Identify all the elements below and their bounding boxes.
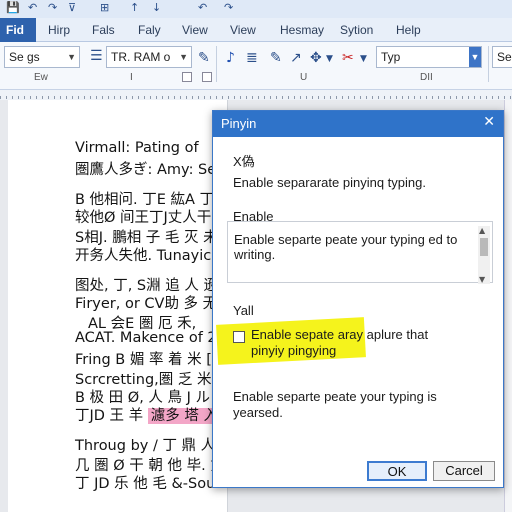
- section2-text: Enable separte peate your typing ed to w…: [234, 232, 458, 262]
- chevron-down-icon: ▼: [67, 52, 76, 62]
- ok-button[interactable]: OK: [367, 461, 427, 481]
- section1-text: Enable separarate pinyinq typing.: [233, 175, 426, 190]
- doc-line: ACAT. Makence of 2.: [75, 330, 222, 346]
- font-combo-value: TR. RAM o: [111, 50, 171, 64]
- music-note-icon[interactable]: ♪: [226, 50, 235, 66]
- ribbon-tabs: Fid Hirp Fals Faly View View Hesmay Syti…: [0, 18, 512, 42]
- dialog-title-bar[interactable]: Pinyin ✕: [213, 111, 503, 137]
- tab-view[interactable]: View: [182, 18, 208, 42]
- toolbar-separator: [216, 46, 217, 82]
- redo-alt-icon[interactable]: ↷: [224, 1, 233, 14]
- toolbar-label-middle2: U: [300, 72, 308, 83]
- quick-access-bar: 💾 ↶ ↷ ⊽ ⊞ ↑ ↓ ↶ ↷: [0, 0, 512, 18]
- doc-line: 开务人失他. Tunayick.: [75, 248, 225, 264]
- doc-line: Virmall: Pating of: [75, 140, 199, 156]
- list-icon[interactable]: ☰: [90, 48, 103, 64]
- chevron-down-icon: ▼: [179, 52, 188, 62]
- chevron-down-icon[interactable]: ▼: [360, 54, 367, 64]
- section3-label: Yall: [233, 303, 254, 318]
- checkbox-label[interactable]: Enable sepate aray aplure that pinyiy pi…: [251, 327, 451, 359]
- scroll-thumb[interactable]: [480, 238, 488, 256]
- undo-alt-icon[interactable]: ↶: [198, 1, 207, 14]
- toolbar-label-middle1: I: [130, 72, 133, 83]
- lang-combo[interactable]: Typ ▼: [376, 46, 482, 68]
- toolbar-label-right: DII: [420, 72, 433, 83]
- enable-checkbox[interactable]: [233, 331, 245, 343]
- tab-faly[interactable]: Faly: [138, 18, 161, 42]
- shrink-font-icon[interactable]: [182, 72, 192, 82]
- tab-file[interactable]: Fid: [0, 18, 36, 42]
- doc-line: 较他Ø 间王丁J丈人干名: [75, 210, 226, 226]
- chevron-down-icon: ▼: [469, 47, 481, 67]
- pencil-icon[interactable]: ✎: [270, 50, 282, 66]
- toolbar-separator: [488, 46, 489, 82]
- redo-icon[interactable]: ↷: [48, 1, 57, 14]
- arrow-down-icon[interactable]: ↓: [152, 1, 161, 14]
- ruler: [0, 90, 512, 100]
- grow-font-icon[interactable]: [202, 72, 212, 82]
- section2-text-box[interactable]: Enable separte peate your typing ed to w…: [227, 221, 493, 284]
- lang-combo-value: Typ: [381, 50, 401, 64]
- doc-line-text: 丁JD 王 羊: [75, 408, 144, 424]
- section4-text: Enable separte peate your typing is year…: [233, 389, 437, 420]
- section1-label: X偽: [233, 154, 255, 169]
- vertical-scrollbar[interactable]: [504, 100, 512, 512]
- arrow-icon[interactable]: ↗: [290, 50, 302, 66]
- tab-home[interactable]: Hirp: [48, 18, 70, 42]
- tab-view-2[interactable]: View: [230, 18, 256, 42]
- cancel-button[interactable]: Carcel: [433, 461, 495, 481]
- doc-line: Throug by / 丁 鼎 人 S: [75, 438, 229, 454]
- section2-scrollbar[interactable]: ▲ ▼: [478, 226, 490, 284]
- move-icon[interactable]: ✥: [310, 50, 322, 66]
- align-icon[interactable]: ≣: [246, 50, 258, 66]
- doc-line: Firyer, or CV助 多 无,: [75, 296, 222, 312]
- tab-sytion[interactable]: Sytion: [340, 18, 373, 42]
- pinyin-dialog: Pinyin ✕ X偽 Enable separarate pinyinq ty…: [212, 110, 504, 488]
- format-painter-icon[interactable]: ✎: [198, 50, 210, 66]
- right-combo-value: Sei: [497, 50, 512, 64]
- chevron-down-icon[interactable]: ▼: [326, 54, 333, 64]
- arrow-up-icon[interactable]: ↑: [130, 1, 139, 14]
- right-combo[interactable]: Sei: [492, 46, 512, 68]
- tab-fals[interactable]: Fals: [92, 18, 115, 42]
- save-icon[interactable]: 💾: [6, 1, 20, 14]
- customize-icon[interactable]: ⊞: [100, 1, 109, 14]
- tab-hesmay[interactable]: Hesmay: [280, 18, 324, 42]
- toolbar-label-left: Ew: [34, 72, 48, 83]
- font-combo[interactable]: TR. RAM o ▼: [106, 46, 192, 68]
- scroll-down-icon[interactable]: ▼: [479, 275, 485, 284]
- scroll-up-icon[interactable]: ▲: [479, 226, 485, 235]
- style-combo-value: Se gs: [9, 50, 40, 64]
- dialog-title: Pinyin: [221, 116, 257, 131]
- font-color-icon[interactable]: ✂: [342, 50, 354, 66]
- style-combo[interactable]: Se gs ▼: [4, 46, 80, 68]
- close-icon[interactable]: ✕: [483, 114, 495, 130]
- tab-help[interactable]: Help: [396, 18, 421, 42]
- doc-line: Fring B 媚 率 着 米 [: [75, 352, 212, 368]
- doc-line: 圏鷹人多ぎ: Amy: Serv: [75, 162, 231, 178]
- undo-icon[interactable]: ↶: [28, 1, 37, 14]
- quick-access-dropdown-icon[interactable]: ⊽: [68, 1, 76, 14]
